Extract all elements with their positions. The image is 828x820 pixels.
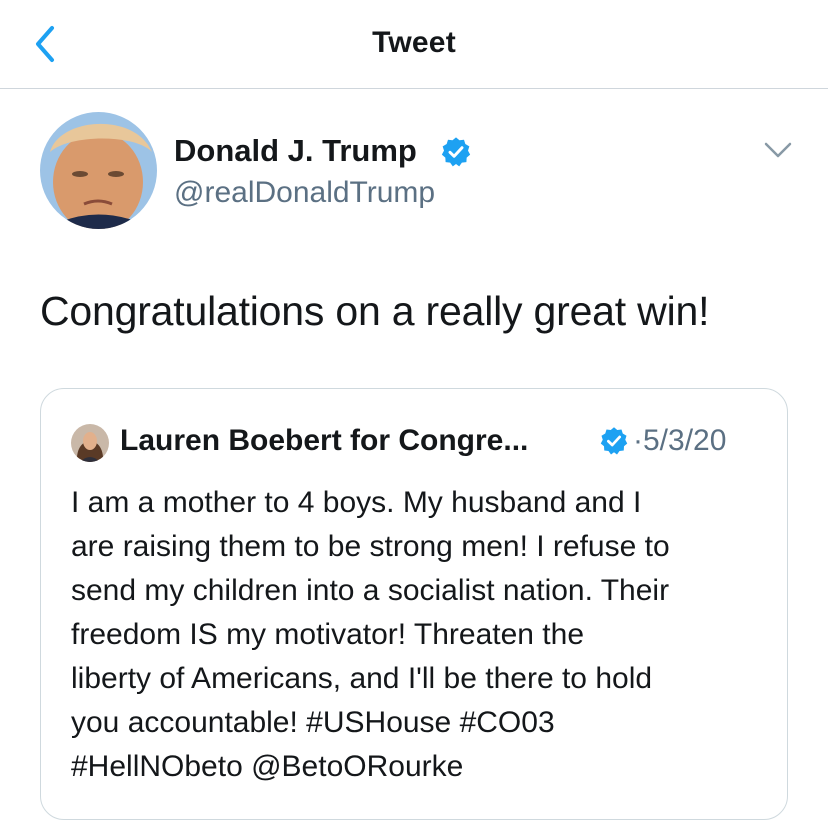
verified-badge-icon bbox=[600, 427, 628, 455]
quoted-tweet-line: liberty of Americans, and I'll be there … bbox=[71, 662, 653, 695]
verified-badge-icon bbox=[441, 137, 471, 167]
quoted-tweet-date: ·5/3/20 bbox=[633, 424, 727, 457]
tweet-options-button[interactable] bbox=[762, 136, 794, 164]
quoted-tweet-line: you accountable! #USHouse #CO03 bbox=[71, 706, 555, 739]
quoted-tweet-line: freedom IS my motivator! Threaten the bbox=[71, 618, 585, 651]
quoted-author-avatar bbox=[71, 424, 109, 462]
quoted-tweet-card[interactable]: Lauren Boebert for Congre... ·5/3/20 I a… bbox=[40, 388, 788, 820]
chevron-down-icon bbox=[764, 142, 792, 158]
author-handle[interactable]: @realDonaldTrump bbox=[174, 176, 435, 210]
quoted-author-name: Lauren Boebert for Congre... bbox=[120, 424, 529, 457]
quoted-tweet-text: I am a mother to 4 boys. My husband and … bbox=[71, 481, 771, 789]
tweet-text: Congratulations on a really great win! bbox=[40, 288, 710, 334]
quoted-tweet-line: are raising them to be strong men! I ref… bbox=[71, 530, 670, 563]
quoted-tweet-line: I am a mother to 4 boys. My husband and … bbox=[71, 486, 642, 519]
author-avatar[interactable] bbox=[40, 112, 157, 229]
quoted-tweet-line: #HellNObeto @BetoORourke bbox=[71, 750, 464, 783]
author-name[interactable]: Donald J. Trump bbox=[174, 133, 417, 169]
quoted-tweet-line: send my children into a socialist nation… bbox=[71, 574, 670, 607]
top-navigation-bar: Tweet bbox=[0, 0, 828, 89]
page-title: Tweet bbox=[372, 26, 456, 59]
